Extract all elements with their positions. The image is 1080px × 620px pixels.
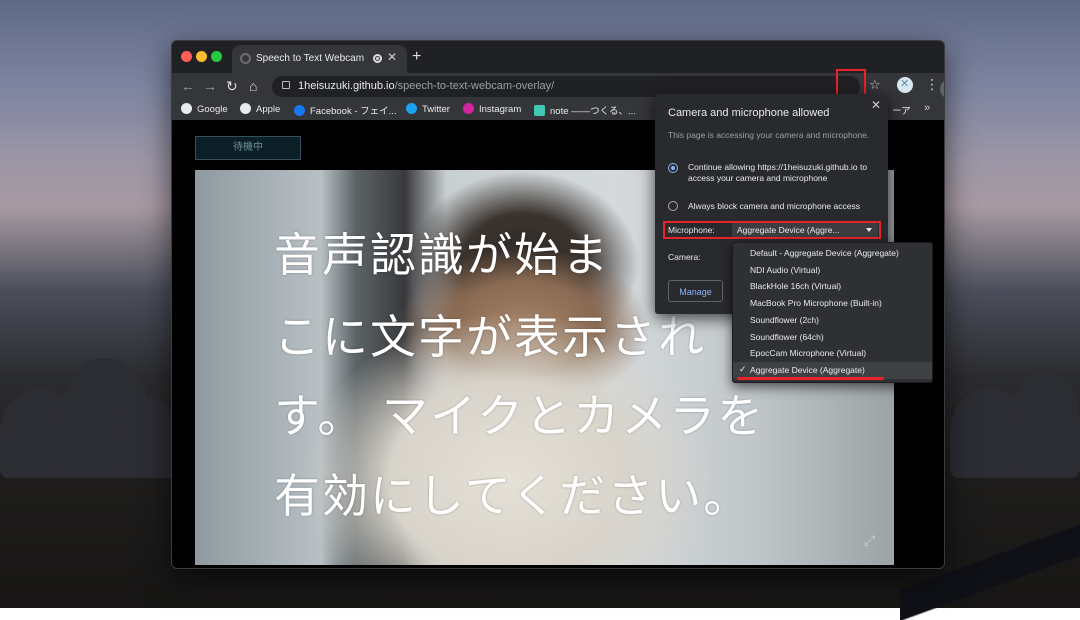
bookmark-note[interactable]: note ——つくる、... bbox=[534, 103, 636, 117]
bookmark-apple[interactable]: Apple bbox=[240, 103, 280, 115]
caption-line: す。 マイクとカメラを bbox=[274, 389, 766, 443]
tree-silhouette bbox=[1010, 368, 1080, 478]
forward-icon[interactable]: → bbox=[203, 78, 217, 94]
new-tab-button[interactable]: + bbox=[412, 48, 421, 66]
bookmark-star-icon[interactable]: ☆ bbox=[869, 77, 881, 93]
fullscreen-icon[interactable]: ⤢ bbox=[864, 532, 875, 549]
note-icon bbox=[534, 105, 545, 116]
microphone-option[interactable]: NDI Audio (Virtual) bbox=[733, 262, 932, 279]
twitter-icon bbox=[406, 103, 417, 114]
microphone-label: Microphone: bbox=[668, 225, 715, 235]
bookmark-overflow-text[interactable]: ーア bbox=[892, 103, 911, 117]
status-button[interactable]: 待機中 bbox=[195, 136, 301, 160]
tab-speech-to-text[interactable]: Speech to Text Webcam O ✕ bbox=[232, 45, 407, 73]
microphone-select[interactable]: Aggregate Device (Aggre... bbox=[732, 223, 878, 237]
camera-in-use-icon[interactable] bbox=[940, 79, 944, 99]
microphone-dropdown-list: Default - Aggregate Device (Aggregate) N… bbox=[732, 242, 933, 383]
chevron-down-icon bbox=[866, 228, 872, 232]
minimize-window-button[interactable] bbox=[196, 51, 207, 62]
zoom-window-button[interactable] bbox=[211, 51, 222, 62]
caption-line: 有効にしてください。 bbox=[274, 469, 752, 523]
tab-strip: Speech to Text Webcam O ✕ + bbox=[172, 41, 944, 73]
instagram-icon bbox=[463, 103, 474, 114]
profile-avatar[interactable] bbox=[897, 77, 913, 93]
block-radio[interactable] bbox=[668, 201, 678, 211]
selected-option-underline bbox=[737, 377, 884, 380]
camera-label: Camera: bbox=[668, 252, 701, 262]
tab-close-icon[interactable]: ✕ bbox=[387, 50, 397, 64]
facebook-icon bbox=[294, 105, 305, 116]
bookmark-google[interactable]: Google bbox=[181, 103, 228, 115]
bookmarks-overflow-icon[interactable]: » bbox=[924, 102, 930, 114]
allow-option-label[interactable]: Continue allowing https://1heisuzuki.git… bbox=[688, 162, 878, 184]
microphone-option[interactable]: Default - Aggregate Device (Aggregate) bbox=[733, 245, 932, 262]
microphone-option[interactable]: Soundflower (2ch) bbox=[733, 312, 932, 329]
url-text: 1heisuzuki.github.io/speech-to-text-webc… bbox=[298, 80, 555, 92]
google-icon bbox=[181, 103, 192, 114]
allow-radio[interactable] bbox=[668, 163, 678, 173]
apple-icon bbox=[240, 103, 251, 114]
microphone-option[interactable]: Soundflower (64ch) bbox=[733, 329, 932, 346]
bookmark-facebook[interactable]: Facebook - フェイ... bbox=[294, 103, 397, 117]
bookmark-twitter[interactable]: Twitter bbox=[406, 103, 450, 115]
caption-line: 音声認識が始ま bbox=[274, 228, 610, 282]
popup-close-icon[interactable]: ✕ bbox=[871, 98, 881, 112]
caption-line: こに文字が表示され bbox=[274, 310, 706, 364]
manage-button[interactable]: Manage bbox=[668, 280, 723, 302]
back-icon[interactable]: ← bbox=[181, 78, 195, 94]
popup-title: Camera and microphone allowed bbox=[668, 107, 830, 119]
recording-indicator-icon bbox=[373, 54, 382, 63]
popup-description: This page is accessing your camera and m… bbox=[668, 130, 870, 140]
block-option-label[interactable]: Always block camera and microphone acces… bbox=[688, 201, 878, 212]
tab-favicon-icon bbox=[240, 53, 251, 64]
kebab-menu-icon[interactable]: ⋮ bbox=[925, 76, 939, 93]
bookmark-instagram[interactable]: Instagram bbox=[463, 103, 521, 115]
lock-icon bbox=[282, 81, 290, 89]
microphone-option[interactable]: EpocCam Microphone (Virtual) bbox=[733, 345, 932, 362]
microphone-select-value: Aggregate Device (Aggre... bbox=[737, 225, 840, 235]
microphone-option[interactable]: BlackHole 16ch (Virtual) bbox=[733, 278, 932, 295]
reload-icon[interactable]: ↻ bbox=[226, 78, 238, 95]
checkmark-icon: ✓ bbox=[739, 363, 747, 374]
tab-title: Speech to Text Webcam O bbox=[256, 53, 366, 64]
microphone-option[interactable]: MacBook Pro Microphone (Built-in) bbox=[733, 295, 932, 312]
home-icon[interactable]: ⌂ bbox=[249, 78, 257, 94]
close-window-button[interactable] bbox=[181, 51, 192, 62]
